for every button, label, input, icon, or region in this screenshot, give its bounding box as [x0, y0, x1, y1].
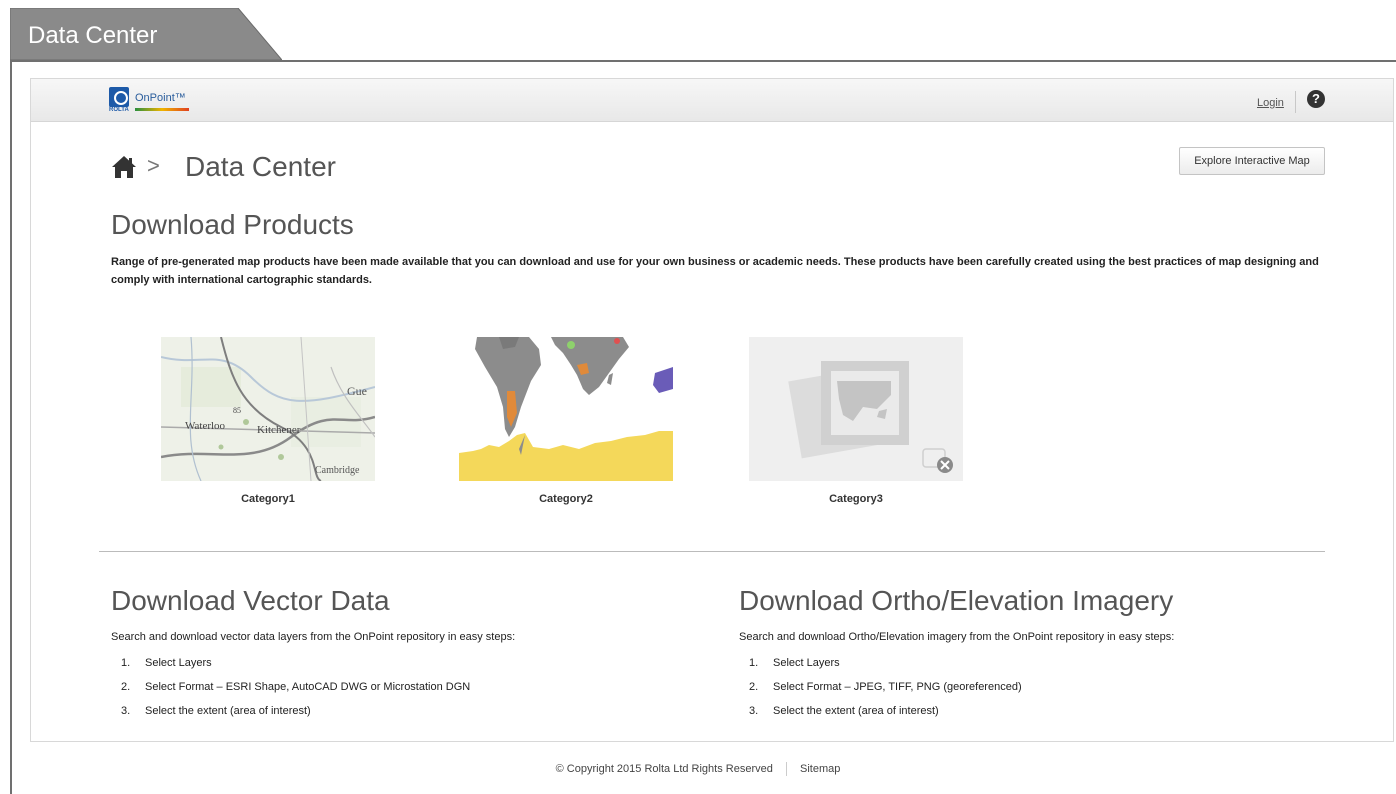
- logo-text: OnPoint™: [135, 92, 186, 104]
- vector-data-intro: Search and download vector data layers f…: [111, 631, 516, 643]
- page-title: Data Center: [185, 151, 336, 182]
- category-2-thumbnail[interactable]: [459, 337, 673, 481]
- ortho-imagery-heading: Download Ortho/Elevation Imagery: [739, 585, 1174, 616]
- copyright-text: © Copyright 2015 Rolta Ltd Rights Reserv…: [555, 762, 773, 775]
- top-bar: ROLTA OnPoint™ Login ?: [31, 79, 1393, 122]
- list-item: 3. Select the extent (area of interest): [121, 705, 311, 717]
- category-card-3[interactable]: Category3: [749, 337, 963, 505]
- rolta-logo-icon: [109, 87, 129, 107]
- home-icon[interactable]: [111, 155, 137, 179]
- ortho-imagery-intro: Search and download Ortho/Elevation imag…: [739, 631, 1175, 643]
- list-item: 3. Select the extent (area of interest): [749, 705, 939, 717]
- map-label-kitchener: Kitchener: [257, 424, 301, 436]
- map-label-route-85: 85: [233, 406, 241, 415]
- ortho-imagery-section: Download Ortho/Elevation Imagery Search …: [739, 585, 1299, 723]
- map-label-cambridge: Cambridge: [315, 465, 360, 476]
- breadcrumb-separator: >: [147, 153, 160, 178]
- frame-border-left: [10, 60, 12, 794]
- topbar-divider: [1295, 91, 1296, 113]
- frame-tab-label: Data Center: [28, 22, 158, 49]
- logo-underline: [135, 108, 189, 111]
- page-container: ROLTA OnPoint™ Login ? > Data Center Exp…: [30, 78, 1394, 742]
- list-item: 1. Select Layers: [749, 657, 840, 669]
- vector-data-section: Download Vector Data Search and download…: [111, 585, 671, 723]
- category-3-label[interactable]: Category3: [749, 493, 963, 505]
- vector-steps-list: 1. Select Layers 2. Select Format – ESRI S…: [111, 651, 671, 723]
- map-label-waterloo: Waterloo: [185, 420, 226, 432]
- frame-border-top: [10, 60, 1396, 62]
- footer-divider: [785, 762, 787, 776]
- login-link[interactable]: Login: [1257, 97, 1284, 109]
- explore-interactive-map-button[interactable]: Explore Interactive Map: [1179, 147, 1325, 175]
- category-1-thumbnail[interactable]: Gue Waterloo Kitchener Cambridge 85: [161, 337, 375, 481]
- help-icon[interactable]: ?: [1307, 90, 1325, 108]
- category-card-1[interactable]: Gue Waterloo Kitchener Cambridge 85 Cate…: [161, 337, 375, 505]
- frame-tab: Data Center: [10, 8, 282, 62]
- list-item: 1. Select Layers: [121, 657, 212, 669]
- ortho-steps-list: 1. Select Layers 2. Select Format – JPEG, …: [739, 651, 1299, 723]
- download-products-heading: Download Products: [111, 209, 354, 240]
- section-divider: [99, 551, 1325, 552]
- list-item: 2. Select Format – ESRI Shape, AutoCAD DW…: [121, 681, 471, 693]
- download-products-description: Range of pre-generated map products have…: [111, 256, 1319, 286]
- footer: © Copyright 2015 Rolta Ltd Rights Reserv…: [0, 762, 1396, 776]
- logo-brand: ROLTA: [109, 107, 129, 113]
- sitemap-link[interactable]: Sitemap: [800, 763, 840, 775]
- category-1-label[interactable]: Category1: [161, 493, 375, 505]
- onpoint-logo[interactable]: ROLTA OnPoint™: [109, 87, 219, 117]
- list-item: 2. Select Format – JPEG, TIFF, PNG (geore…: [749, 681, 1022, 693]
- vector-data-heading: Download Vector Data: [111, 585, 390, 616]
- category-card-2[interactable]: Category2: [459, 337, 673, 505]
- category-3-thumbnail[interactable]: [749, 337, 963, 481]
- category-2-label[interactable]: Category2: [459, 493, 673, 505]
- map-label-guelph: Gue: [347, 384, 367, 398]
